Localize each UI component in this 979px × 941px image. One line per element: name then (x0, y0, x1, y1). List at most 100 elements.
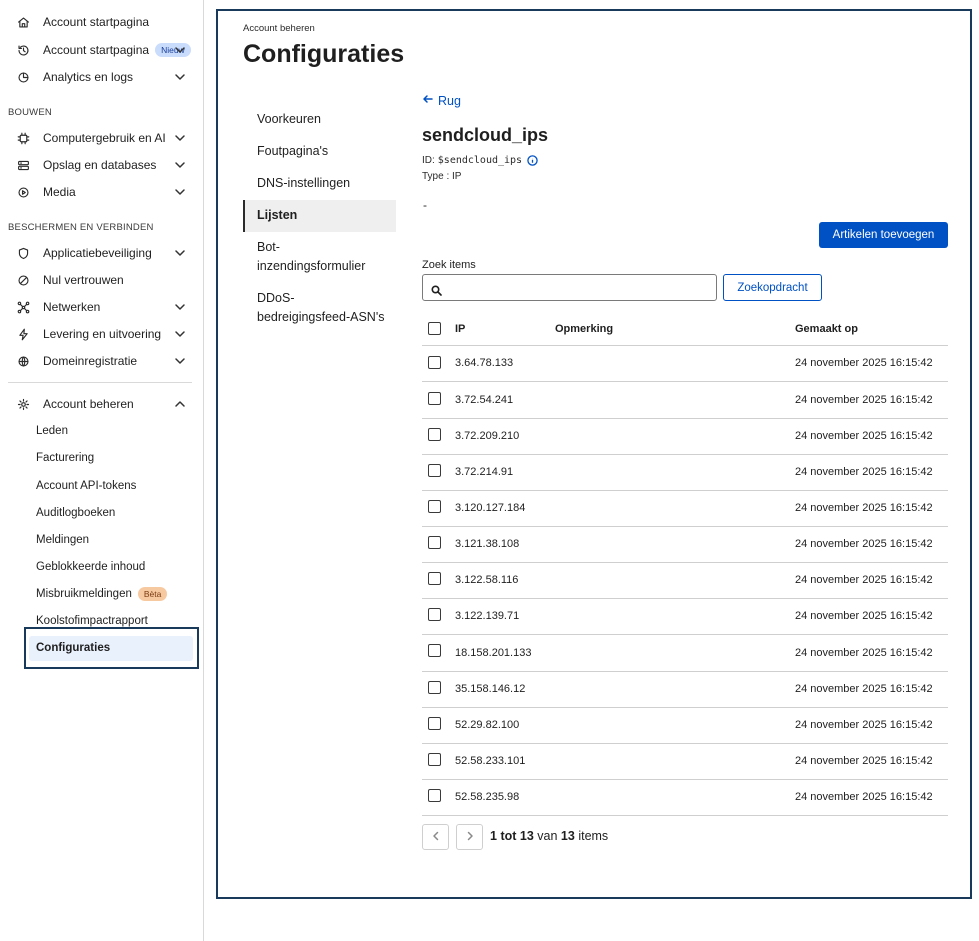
cell-created: 24 november 2025 16:15:42 (795, 502, 933, 514)
row-checkbox[interactable] (428, 356, 441, 369)
chevron-down-icon[interactable] (174, 247, 186, 259)
cell-ip: 35.158.146.12 (455, 683, 526, 695)
subnav-item-bot-form[interactable]: Bot- inzendingsformulier (243, 238, 396, 276)
row-checkbox[interactable] (428, 789, 441, 802)
list-type: Type : IP (422, 171, 462, 182)
row-checkbox[interactable] (428, 428, 441, 441)
sidebar-item-label: Account startpagina (43, 15, 150, 29)
subnav-item-preferences[interactable]: Voorkeuren (243, 110, 396, 129)
sidebar-item-domains[interactable]: Domeinregistratie (8, 349, 192, 373)
row-checkbox[interactable] (428, 536, 441, 549)
sidebar-item-label: Netwerken (43, 300, 101, 314)
subnav-item-ddos-feed[interactable]: DDoS- bedreigingsfeed-ASN's (243, 289, 396, 327)
subnav-item-lists[interactable]: Lijsten (243, 206, 396, 225)
chevron-down-icon[interactable] (174, 159, 186, 171)
chevron-down-icon[interactable] (174, 186, 186, 198)
sidebar-item-compute-ai[interactable]: Computergebruik en AI (8, 126, 192, 150)
chevron-down-icon[interactable] (174, 132, 186, 144)
sidebar-item-networks[interactable]: Netwerken (8, 295, 192, 319)
sidebar-divider (8, 382, 192, 383)
chevron-up-icon[interactable] (174, 398, 186, 410)
media-icon (15, 184, 31, 200)
beta-badge: Bèta (137, 587, 168, 601)
column-header-ip[interactable]: IP (455, 323, 465, 335)
row-divider (422, 381, 948, 382)
bolt-icon (15, 326, 31, 342)
section-label-build: BOUWEN (8, 107, 52, 118)
next-page-button[interactable] (456, 824, 483, 850)
sidebar-item-storage[interactable]: Opslag en databases (8, 153, 192, 177)
previous-page-button[interactable] (422, 824, 449, 850)
row-checkbox[interactable] (428, 717, 441, 730)
row-divider (422, 671, 948, 672)
row-checkbox[interactable] (428, 644, 441, 657)
column-header-created[interactable]: Gemaakt op (795, 323, 858, 335)
row-checkbox[interactable] (428, 500, 441, 513)
row-checkbox[interactable] (428, 572, 441, 585)
add-items-button[interactable]: Artikelen toevoegen (819, 222, 948, 248)
chevron-down-icon[interactable] (174, 44, 186, 56)
sidebar-subitem-billing[interactable]: Facturering (36, 452, 94, 464)
search-input[interactable] (422, 274, 717, 301)
row-checkbox[interactable] (428, 392, 441, 405)
sidebar-subitem-label: Misbruikmeldingen (36, 588, 132, 600)
sidebar-item-recent[interactable]: Account startpagina Nieuw (8, 38, 192, 62)
row-divider (422, 743, 948, 744)
sidebar-item-media[interactable]: Media (8, 180, 192, 204)
row-checkbox[interactable] (428, 753, 441, 766)
section-label-protect: BESCHERMEN EN VERBINDEN (8, 222, 154, 233)
sidebar-subitem-api-tokens[interactable]: Account API-tokens (36, 480, 136, 492)
info-icon[interactable] (527, 155, 538, 166)
chevron-down-icon[interactable] (174, 355, 186, 367)
row-checkbox[interactable] (428, 464, 441, 477)
gear-icon (15, 396, 31, 412)
sidebar-subitem-carbon-report[interactable]: Koolstofimpactrapport (36, 615, 148, 627)
breadcrumb[interactable]: Account beheren (243, 23, 315, 34)
analytics-icon (15, 69, 31, 85)
sidebar-item-zero-trust[interactable]: Nul vertrouwen (8, 268, 192, 292)
sidebar-subitem-audit-logs[interactable]: Auditlogboeken (36, 507, 115, 519)
chevron-down-icon[interactable] (174, 328, 186, 340)
chevron-down-icon[interactable] (174, 71, 186, 83)
row-divider (422, 598, 948, 599)
row-divider (422, 490, 948, 491)
chevron-down-icon[interactable] (174, 301, 186, 313)
cell-ip: 3.122.58.116 (455, 574, 519, 586)
sidebar-subitem-members[interactable]: Leden (36, 425, 68, 437)
pagination-word-items: items (578, 829, 609, 843)
subnav-item-dns-settings[interactable]: DNS-instellingen (243, 174, 396, 193)
sidebar-subitem-blocked-content[interactable]: Geblokkeerde inhoud (36, 561, 145, 573)
cell-ip: 3.121.38.108 (455, 538, 520, 550)
sidebar-item-label: Account beheren (43, 397, 134, 411)
select-all-checkbox[interactable] (428, 322, 441, 335)
row-divider (422, 634, 948, 635)
cell-ip: 18.158.201.133 (455, 647, 532, 659)
back-link[interactable]: Rug (422, 93, 461, 108)
row-checkbox[interactable] (428, 681, 441, 694)
sidebar-item-analytics[interactable]: Analytics en logs (8, 65, 192, 89)
list-name: sendcloud_ips (422, 125, 549, 145)
sidebar-item-account-home[interactable]: Account startpagina (8, 10, 192, 34)
sidebar-item-app-security[interactable]: Applicatiebeveiliging (8, 241, 192, 265)
cell-ip: 3.122.139.71 (455, 610, 520, 622)
sidebar-subitem-notifications[interactable]: Meldingen (36, 534, 89, 546)
sidebar-item-label: Domeinregistratie (43, 354, 138, 368)
column-header-note[interactable]: Opmerking (555, 323, 613, 335)
page-title: Configuraties (243, 40, 405, 68)
cell-created: 24 november 2025 16:15:42 (795, 755, 933, 767)
row-divider (422, 815, 948, 816)
cell-created: 24 november 2025 16:15:42 (795, 538, 933, 550)
cell-created: 24 november 2025 16:15:42 (795, 610, 933, 622)
search-button[interactable]: Zoekopdracht (723, 274, 822, 301)
sidebar-subitem-abuse-reports[interactable]: Misbruikmeldingen Bèta (36, 587, 168, 601)
sidebar-item-account-manage[interactable]: Account beheren (8, 392, 192, 416)
cell-created: 24 november 2025 16:15:42 (795, 430, 933, 442)
subnav-item-error-pages[interactable]: Foutpagina's (243, 142, 396, 161)
row-divider (422, 707, 948, 708)
list-id: ID: $sendcloud_ips (422, 155, 538, 166)
pagination-word-of: van (537, 829, 558, 843)
sidebar-item-delivery[interactable]: Levering en uitvoering (8, 322, 192, 346)
row-checkbox[interactable] (428, 608, 441, 621)
cell-ip: 52.29.82.100 (455, 719, 520, 731)
list-id-label: ID: (422, 155, 435, 166)
